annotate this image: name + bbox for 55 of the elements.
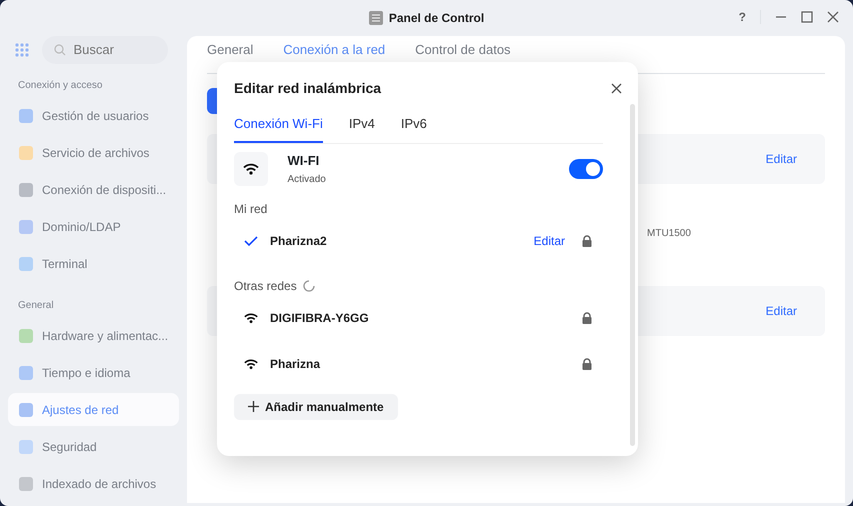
network-row[interactable]: DIGIFIBRA-Y6GG [234, 295, 603, 341]
edit-link[interactable]: Editar [766, 150, 797, 168]
category-icon [18, 108, 34, 124]
tab[interactable]: IPv4 [348, 106, 375, 143]
category-icon [18, 144, 34, 160]
edit-link[interactable]: Editar [766, 302, 797, 320]
close-icon [611, 83, 622, 94]
tab[interactable]: Conexión Wi-Fi [234, 106, 323, 143]
wifi-icon [243, 162, 259, 176]
sidebar-item[interactable]: Conexión de dispositi... [8, 173, 179, 206]
edit-link[interactable]: Editar [534, 232, 565, 250]
section-label: Otras redes [234, 278, 297, 295]
sidebar-item[interactable]: Hardware y alimentac... [8, 319, 179, 352]
dialog-title: Editar red inalámbrica [234, 79, 382, 98]
network-row[interactable]: Pharizna [234, 341, 603, 387]
category-icon [18, 402, 34, 418]
network-row[interactable]: Pharizna2 Editar [234, 218, 603, 264]
window-title: Panel de Control [388, 10, 484, 27]
help-button[interactable]: ? [738, 8, 746, 26]
tab[interactable]: Control de datos [415, 40, 511, 60]
section-label: Mi red [234, 201, 268, 218]
category-icon [18, 218, 34, 234]
search-field[interactable]: Buscar [42, 36, 168, 64]
detail-text: MTU1500 [647, 228, 691, 238]
plus-icon [248, 401, 259, 412]
sidebar-item[interactable]: Servicio de archivos [8, 136, 179, 169]
sidebar-item[interactable]: Gestión de usuarios [8, 99, 179, 132]
category-icon [18, 364, 34, 380]
category-icon [18, 328, 34, 344]
sidebar-item[interactable]: Tiempo e idioma [8, 356, 179, 389]
section-label: Conexión y acceso [17, 79, 104, 93]
tab[interactable]: General [207, 40, 254, 60]
wifi-icon [244, 358, 258, 370]
category-icon [18, 476, 34, 492]
sidebar-item[interactable]: Indexado de archivos [8, 467, 179, 500]
search-icon [54, 44, 66, 56]
wifi-icon [244, 312, 258, 324]
category-icon [18, 256, 34, 272]
sidebar-item[interactable]: Seguridad [8, 430, 179, 463]
maximize-icon[interactable] [801, 11, 813, 23]
tab[interactable]: Conexión a la red [283, 40, 386, 60]
section-label: General [17, 299, 55, 313]
control-panel-icon [368, 11, 383, 25]
add-network-button[interactable]: Añadir manualmente [234, 394, 398, 420]
status-text: Activado [288, 173, 327, 187]
sidebar-item[interactable]: Dominio/LDAP [8, 210, 179, 243]
sidebar-item[interactable]: Terminal [8, 247, 179, 280]
scrollbar[interactable] [630, 104, 635, 446]
wifi-toggle[interactable] [569, 158, 603, 179]
close-icon[interactable] [827, 11, 839, 23]
category-icon [18, 438, 34, 454]
category-icon [18, 182, 34, 198]
network-title: WI-FI [288, 152, 320, 170]
tab[interactable]: IPv6 [400, 106, 427, 143]
sidebar-item[interactable]: Ajustes de red [8, 393, 179, 426]
